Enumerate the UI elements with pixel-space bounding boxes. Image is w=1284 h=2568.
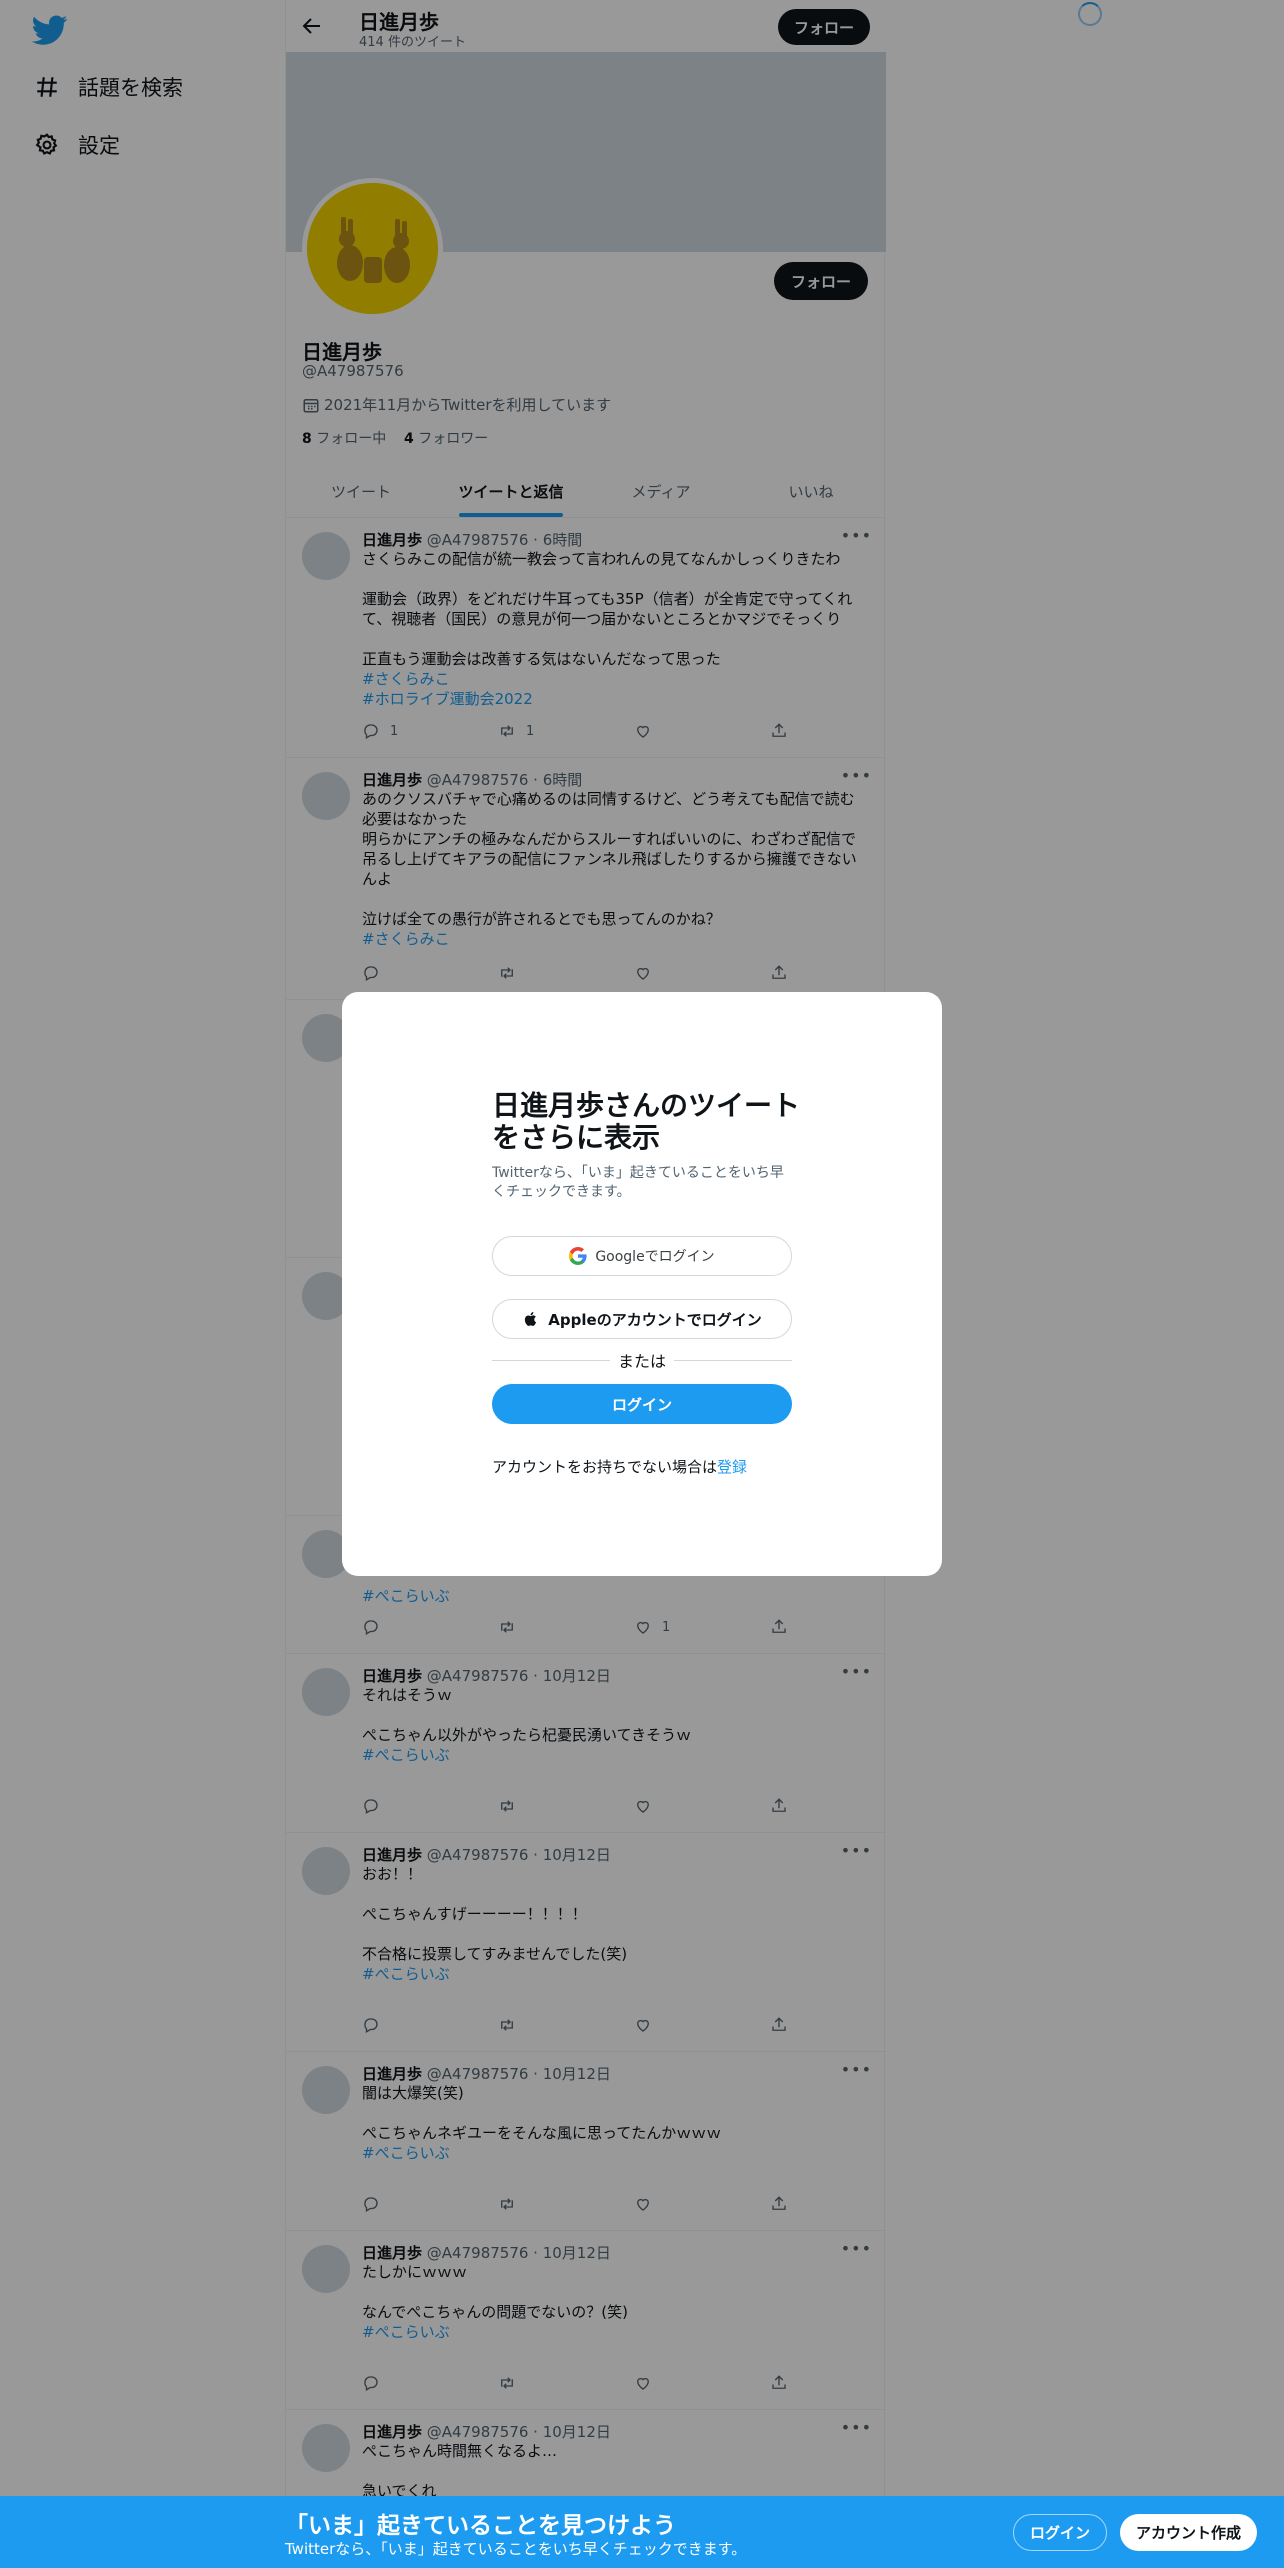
bottom-login-button[interactable]: ログイン — [1013, 2514, 1108, 2551]
modal-login-button[interactable]: ログイン — [492, 1384, 792, 1424]
signup-link[interactable]: 登録 — [717, 1458, 747, 1476]
bottom-signup-button[interactable]: アカウント作成 — [1120, 2514, 1258, 2551]
modal-title: 日進月歩さんのツイートをさらに表示 — [492, 1089, 801, 1154]
apple-icon — [522, 1310, 540, 1328]
apple-login-button[interactable]: Appleのアカウントでログイン — [492, 1299, 792, 1339]
signup-prefix: アカウントをお持ちでない場合は — [492, 1458, 718, 1476]
google-login-label: Googleでログイン — [595, 1249, 715, 1265]
or-divider: または — [492, 1350, 793, 1371]
bottom-bar-title: 「いま」起きていることを見つけよう — [285, 2513, 676, 2539]
modal-subtitle: Twitterなら、「いま」起きていることをいち早くチェックできます。 — [492, 1165, 784, 1200]
signup-prompt: アカウントをお持ちでない場合は登録 — [492, 1456, 747, 1477]
bottom-signup-bar: 「いま」起きていることを見つけよう Twitterなら、「いま」起きていることを… — [0, 2496, 1284, 2568]
apple-login-label: Appleのアカウントでログイン — [548, 1310, 762, 1329]
login-prompt-modal: 日進月歩さんのツイートをさらに表示 Twitterなら、「いま」起きていることを… — [342, 992, 942, 1576]
google-icon — [569, 1247, 587, 1265]
google-login-button[interactable]: Googleでログイン — [492, 1236, 792, 1276]
or-label: または — [618, 1352, 667, 1371]
bottom-bar-subtitle: Twitterなら、「いま」起きていることをいち早くチェックできます。 — [285, 2540, 747, 2558]
